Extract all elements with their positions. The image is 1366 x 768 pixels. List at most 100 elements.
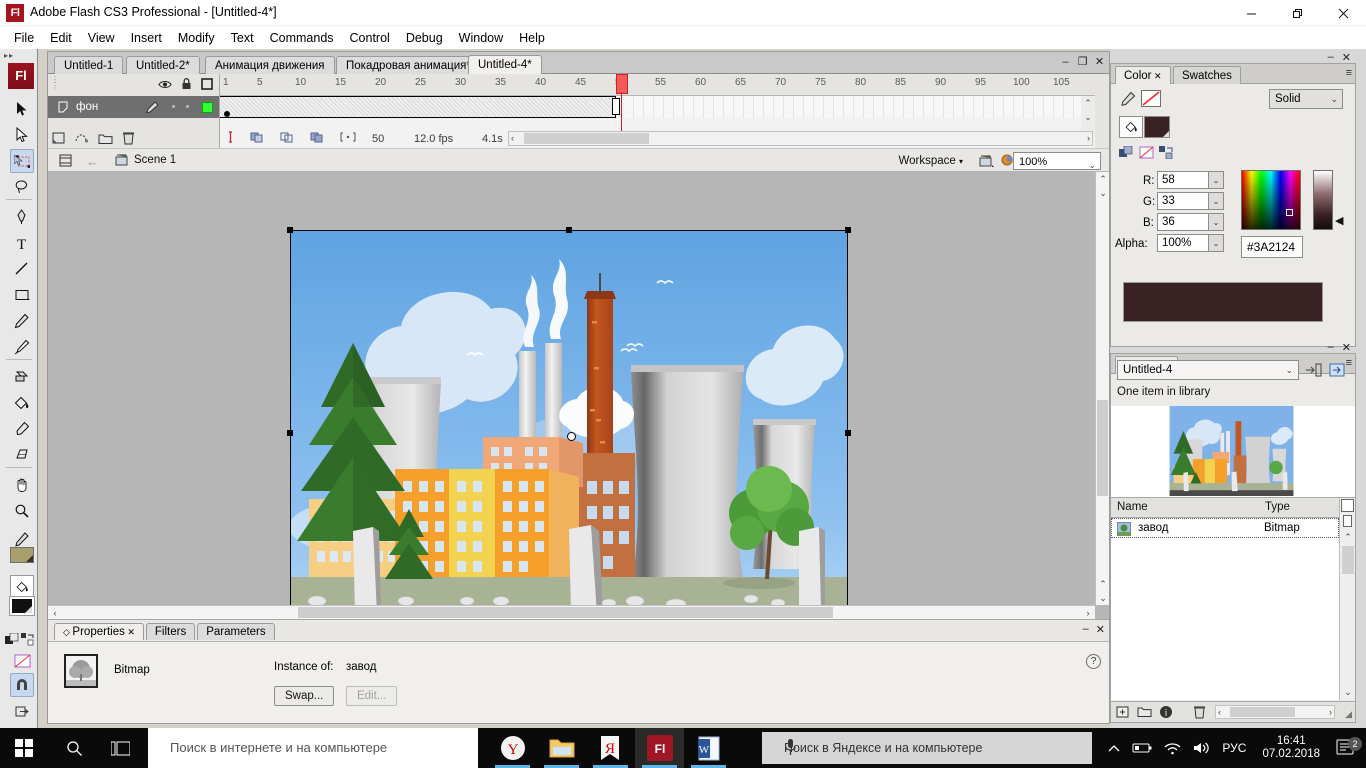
library-items-list[interactable] xyxy=(1111,518,1339,700)
doc-tab-frame-animation[interactable]: Покадровая анимация* xyxy=(336,56,481,74)
scene-name-label[interactable]: Scene 1 xyxy=(134,154,176,166)
scroll-down-small-icon[interactable]: ⌄ xyxy=(1096,186,1109,200)
r-stepper[interactable]: ⌄ xyxy=(1209,171,1224,189)
battery-icon[interactable] xyxy=(1126,742,1158,754)
r-value-field[interactable]: 58 xyxy=(1157,171,1209,189)
wifi-icon[interactable] xyxy=(1158,742,1187,755)
start-button[interactable] xyxy=(0,728,48,768)
new-layer-icon[interactable] xyxy=(52,131,66,145)
column-name[interactable]: Name xyxy=(1117,501,1148,513)
color-panel-menu-icon[interactable]: ≡ xyxy=(1346,67,1352,79)
zoom-level-select[interactable]: 100% ⌄ xyxy=(1013,152,1101,170)
black-and-white-icon[interactable] xyxy=(4,627,20,651)
fill-color-swatch-current[interactable] xyxy=(1144,116,1170,138)
help-icon[interactable]: ? xyxy=(1086,654,1101,669)
library-minimize-button[interactable]: – xyxy=(1328,341,1334,354)
scroll-down-icon[interactable]: ⌄ xyxy=(1096,591,1109,605)
onion-skin-icon[interactable] xyxy=(250,131,264,146)
back-arrow-icon[interactable]: ← xyxy=(86,154,99,169)
tab-parameters[interactable]: Parameters xyxy=(197,623,275,640)
taskbar-search-input[interactable]: Поиск в интернете и на компьютере xyxy=(148,728,478,768)
canvas-horizontal-scrollbar[interactable]: ‹ › xyxy=(48,605,1095,619)
yandex-search-input[interactable]: Поиск в Яндексе и на компьютере xyxy=(762,732,1092,764)
workspace-menu[interactable]: Workspace ▾ xyxy=(898,155,963,167)
swap-button[interactable]: Swap... xyxy=(274,686,335,706)
b-stepper[interactable]: ⌄ xyxy=(1209,213,1224,231)
taskbar-app-yandex-browser[interactable]: Y xyxy=(488,728,537,768)
b-value-field[interactable]: 36 xyxy=(1157,213,1209,231)
outline-icon[interactable] xyxy=(201,78,213,90)
menu-view[interactable]: View xyxy=(80,28,123,48)
menu-help[interactable]: Help xyxy=(511,28,553,48)
ink-bottle-tool[interactable] xyxy=(10,365,34,389)
menu-modify[interactable]: Modify xyxy=(170,28,223,48)
column-type[interactable]: Type xyxy=(1265,501,1290,513)
brush-tool[interactable] xyxy=(10,335,34,359)
doc-tab-untitled-4[interactable]: Untitled-4* xyxy=(468,55,542,74)
new-library-panel-icon[interactable] xyxy=(1305,362,1322,381)
edit-scene-icon[interactable] xyxy=(58,153,73,171)
doc-tab-untitled-2[interactable]: Untitled-2* xyxy=(126,56,200,74)
menu-insert[interactable]: Insert xyxy=(123,28,170,48)
color-panel-close-button[interactable]: ✕ xyxy=(1342,51,1351,64)
g-stepper[interactable]: ⌄ xyxy=(1209,192,1224,210)
timeline-scroll-left-icon[interactable]: ‹ xyxy=(511,133,514,144)
doc-close-button[interactable]: ✕ xyxy=(1094,55,1105,68)
library-vertical-scrollbar[interactable]: ⌃ ⌄ xyxy=(1339,498,1355,700)
doc-restore-button[interactable]: ❐ xyxy=(1077,55,1088,68)
notification-center-icon[interactable]: 2 xyxy=(1330,736,1366,759)
menu-window[interactable]: Window xyxy=(451,28,511,48)
g-value-field[interactable]: 33 xyxy=(1157,192,1209,210)
pencil-tool[interactable] xyxy=(10,309,34,333)
fill-color-bucket-icon[interactable] xyxy=(10,575,34,599)
timeline-grip[interactable]: ⋮ ⋮ xyxy=(51,76,59,95)
add-motion-guide-icon[interactable] xyxy=(75,131,89,145)
no-color-toggle-icon[interactable] xyxy=(1139,146,1154,162)
timeline-scroll-buttons[interactable]: ⌃ ⌄ xyxy=(1081,96,1095,136)
fill-type-select[interactable]: Solid ⌄ xyxy=(1269,89,1343,109)
horizontal-scroll-thumb[interactable] xyxy=(298,607,833,618)
hand-tool[interactable] xyxy=(10,473,34,497)
show-hidden-icons-icon[interactable] xyxy=(1102,744,1126,753)
selection-tool[interactable] xyxy=(10,97,34,121)
library-panel-menu-icon[interactable]: ≡ xyxy=(1346,357,1352,369)
timeline-scroll-thumb[interactable] xyxy=(524,133,649,144)
layer-visibility-dots[interactable] xyxy=(172,105,189,108)
search-icon[interactable] xyxy=(52,728,96,768)
eye-icon[interactable] xyxy=(158,79,172,90)
transform-registration-point[interactable] xyxy=(567,432,576,441)
pen-tool[interactable] xyxy=(10,205,34,229)
menu-control[interactable]: Control xyxy=(342,28,398,48)
new-symbol-icon[interactable] xyxy=(1116,705,1130,722)
taskbar-app-microsoft-word[interactable]: W xyxy=(684,728,733,768)
stroke-no-color-swatch[interactable] xyxy=(1141,90,1161,107)
stroke-color-pencil-icon[interactable] xyxy=(1121,91,1136,109)
stage[interactable] xyxy=(291,231,847,619)
toolbar-grip[interactable]: ▸▸ xyxy=(4,51,34,61)
alpha-value-field[interactable]: 100% xyxy=(1157,234,1209,252)
layer-row-background[interactable]: фон xyxy=(48,96,219,118)
timeline-scroll-up-icon[interactable]: ⌃ xyxy=(1081,96,1095,110)
snap-to-objects-icon[interactable] xyxy=(10,673,34,697)
modify-onion-markers-icon[interactable] xyxy=(340,131,356,146)
volume-icon[interactable] xyxy=(1187,741,1216,755)
hex-color-field[interactable]: #3A2124 xyxy=(1241,236,1303,258)
delete-item-icon[interactable] xyxy=(1193,705,1206,722)
task-view-icon[interactable] xyxy=(98,728,142,768)
library-scroll-thumb[interactable] xyxy=(1342,546,1354,574)
library-document-select[interactable]: Untitled-4 ⌄ xyxy=(1117,360,1299,380)
menu-text[interactable]: Text xyxy=(223,28,262,48)
tab-color[interactable]: Color ✕ xyxy=(1115,66,1171,84)
canvas-vertical-scrollbar[interactable]: ⌃ ⌄ ⌃ ⌄ xyxy=(1095,172,1109,605)
text-tool[interactable]: T xyxy=(10,231,34,255)
canvas-work-area[interactable]: ⌃ ⌄ ⌃ ⌄ ‹ › xyxy=(48,172,1109,619)
lasso-tool[interactable] xyxy=(10,175,34,199)
scroll-up-bottom-icon[interactable]: ⌃ xyxy=(1096,577,1109,591)
color-panel-minimize-button[interactable]: – xyxy=(1328,51,1334,64)
tab-filters[interactable]: Filters xyxy=(145,623,196,640)
timeline-scroll-down-icon[interactable]: ⌄ xyxy=(1081,110,1095,124)
rectangle-tool[interactable] xyxy=(10,283,34,307)
taskbar-app-yandex[interactable]: Я xyxy=(586,728,635,768)
line-tool[interactable] xyxy=(10,257,34,281)
lock-icon[interactable] xyxy=(181,78,192,90)
